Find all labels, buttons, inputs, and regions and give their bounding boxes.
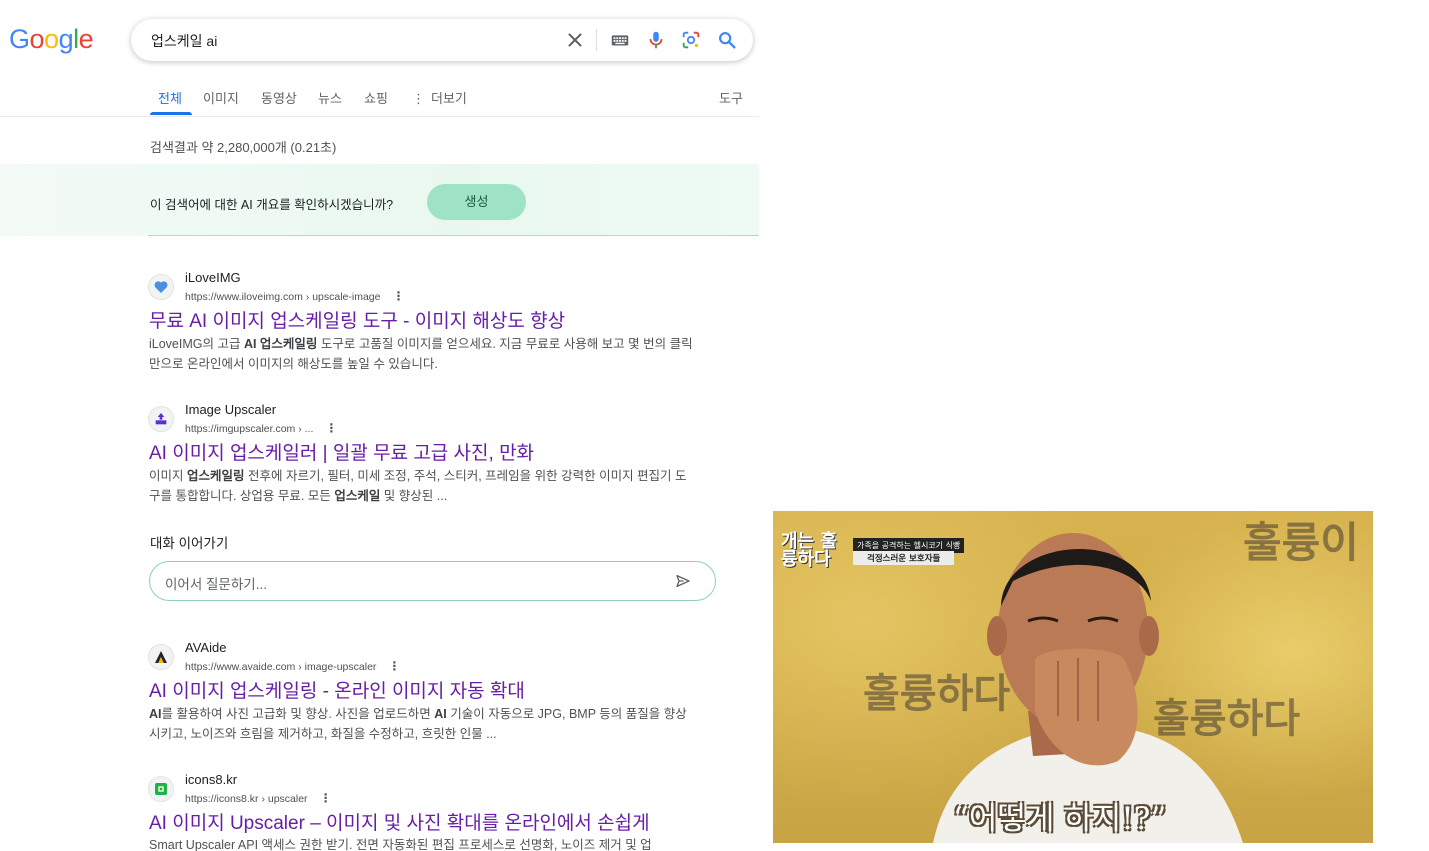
ai-overview-prompt: 이 검색어에 대한 AI 개요를 확인하시겠습니까? bbox=[150, 198, 394, 212]
more-options-icon[interactable]: ⋮ bbox=[325, 421, 337, 435]
avaide-logo-icon[interactable] bbox=[148, 644, 174, 670]
ai-generate-button[interactable]: 생성 bbox=[427, 184, 526, 220]
more-options-icon[interactable]: ⋮ bbox=[393, 289, 405, 303]
result-title-link[interactable]: AI 이미지 업스케일링 - 온라인 이미지 자동 확대 bbox=[149, 676, 525, 703]
search-result: iLoveIMG https://www.iloveimg.com › upsc… bbox=[148, 270, 708, 380]
tab-shopping[interactable]: 쇼핑 bbox=[364, 88, 388, 107]
search-input[interactable]: 업스케일 ai bbox=[151, 31, 217, 51]
icons8-logo-icon[interactable] bbox=[148, 776, 174, 802]
wall-lettering: 훌륭이 bbox=[1243, 518, 1359, 567]
keyboard-icon[interactable] bbox=[609, 29, 631, 51]
result-site-name[interactable]: Image Upscaler bbox=[185, 402, 276, 417]
tab-videos[interactable]: 동영상 bbox=[261, 88, 297, 107]
upscale-icon[interactable] bbox=[148, 406, 174, 432]
lens-icon[interactable] bbox=[680, 29, 702, 51]
result-title-link[interactable]: AI 이미지 Upscaler – 이미지 및 사진 확대를 온라인에서 손쉽게 bbox=[149, 808, 650, 835]
search-result: icons8.kr https://icons8.kr › upscaler ⋮ … bbox=[148, 772, 708, 851]
send-icon[interactable] bbox=[675, 573, 691, 589]
result-site-name[interactable]: icons8.kr bbox=[185, 772, 237, 787]
tools-button[interactable]: 도구 bbox=[719, 88, 743, 107]
wall-lettering: 훌륭하다 bbox=[1153, 696, 1301, 742]
result-site-name[interactable]: iLoveIMG bbox=[185, 270, 241, 285]
result-site-name[interactable]: AVAide bbox=[185, 640, 226, 655]
result-url[interactable]: https://imgupscaler.com › ... ⋮ bbox=[185, 421, 337, 435]
google-logo[interactable]: Google bbox=[9, 24, 94, 55]
tab-news[interactable]: 뉴스 bbox=[318, 88, 342, 107]
more-options-icon[interactable]: ⋮ bbox=[320, 791, 332, 805]
followup-input-box[interactable]: 이어서 질문하기... bbox=[149, 561, 716, 601]
clear-icon[interactable] bbox=[564, 29, 586, 51]
show-logo: 개는 훌륭하다 bbox=[781, 531, 837, 570]
wall-lettering: 훌륭하다 bbox=[863, 671, 1011, 717]
tab-images[interactable]: 이미지 bbox=[203, 88, 239, 107]
result-snippet: 이미지 업스케일링 전후에 자르기, 필터, 미세 조정, 주석, 스티커, 프… bbox=[149, 469, 687, 503]
search-result: AVAide https://www.avaide.com › image-up… bbox=[148, 640, 708, 750]
followup-input[interactable]: 이어서 질문하기... bbox=[165, 573, 267, 593]
ai-overview-divider bbox=[148, 235, 759, 236]
result-title-link[interactable]: AI 이미지 업스케일러 | 일괄 무료 고급 사진, 만화 bbox=[149, 438, 534, 465]
result-url[interactable]: https://www.avaide.com › image-upscaler ⋮ bbox=[185, 659, 400, 673]
video-subtitle: “어떻게 하지!?” bbox=[953, 801, 1167, 837]
result-url[interactable]: https://www.iloveimg.com › upscale-image… bbox=[185, 289, 405, 303]
result-snippet: AI를 활용하여 사진 고급화 및 향상. 사진을 업로드하면 AI 기술이 자… bbox=[149, 707, 687, 741]
microphone-icon[interactable] bbox=[645, 29, 667, 51]
tabs-divider bbox=[0, 116, 759, 117]
search-result: Image Upscaler https://imgupscaler.com ›… bbox=[148, 402, 708, 512]
caption-bottom: 걱정스러운 보호자들 bbox=[853, 551, 955, 565]
search-divider bbox=[596, 29, 597, 51]
tab-all[interactable]: 전체 bbox=[158, 88, 182, 107]
search-box[interactable]: 업스케일 ai bbox=[131, 19, 753, 61]
more-options-icon[interactable]: ⋮ bbox=[388, 659, 400, 673]
search-icon[interactable] bbox=[716, 29, 738, 51]
result-snippet: iLoveIMG의 고급 AI 업스케일링 도구로 고품질 이미지를 얻으세요.… bbox=[149, 337, 693, 371]
conversation-label: 대화 이어가기 bbox=[150, 536, 229, 551]
result-title-link[interactable]: 무료 AI 이미지 업스케일링 도구 - 이미지 해상도 향상 bbox=[149, 306, 565, 333]
more-vert-icon: ⋮ bbox=[412, 91, 425, 106]
result-stats: 검색결과 약 2,280,000개 (0.21초) bbox=[150, 140, 337, 155]
video-frame: 훌륭이 훌륭하다 훌륭하다 개는 훌륭하다 가족을 공격하는 헬시코기 식빵 걱… bbox=[773, 511, 1373, 843]
heart-icon[interactable] bbox=[148, 274, 174, 300]
result-url[interactable]: https://icons8.kr › upscaler ⋮ bbox=[185, 791, 332, 805]
tab-more[interactable]: ⋮ 더보기 bbox=[412, 88, 467, 107]
active-tab-indicator bbox=[150, 112, 192, 115]
result-snippet: Smart Upscaler API 액세스 권한 받기. 전면 자동화된 편집… bbox=[149, 838, 652, 851]
